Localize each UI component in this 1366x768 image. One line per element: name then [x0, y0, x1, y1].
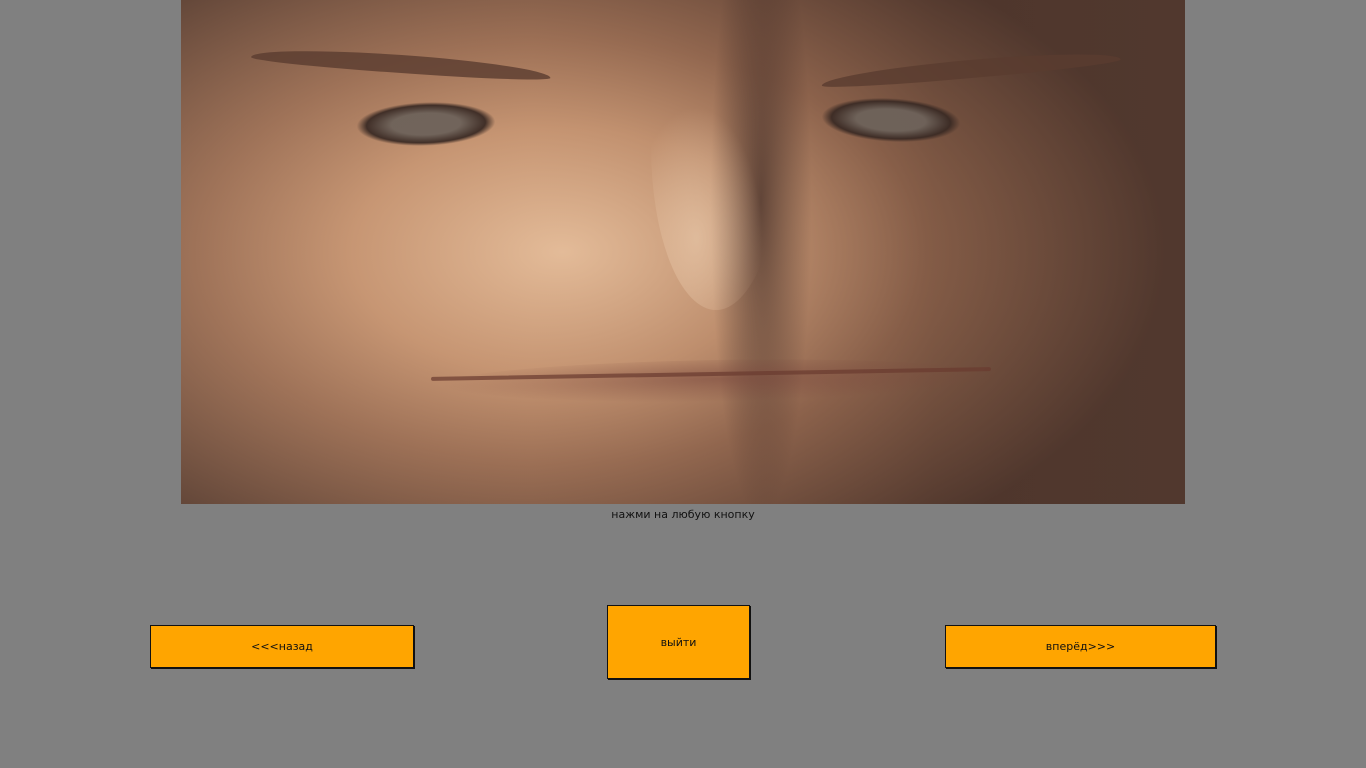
right-eye	[819, 94, 963, 146]
right-eyebrow	[820, 46, 1122, 92]
next-button[interactable]: вперёд>>>	[945, 625, 1216, 668]
back-button[interactable]: <<<назад	[150, 625, 414, 668]
photo	[181, 0, 1185, 504]
exit-button[interactable]: выйти	[607, 605, 750, 679]
left-eye	[355, 99, 497, 149]
left-eyebrow	[250, 44, 552, 84]
hint-text: нажми на любую кнопку	[611, 508, 755, 521]
mouth	[435, 355, 997, 407]
